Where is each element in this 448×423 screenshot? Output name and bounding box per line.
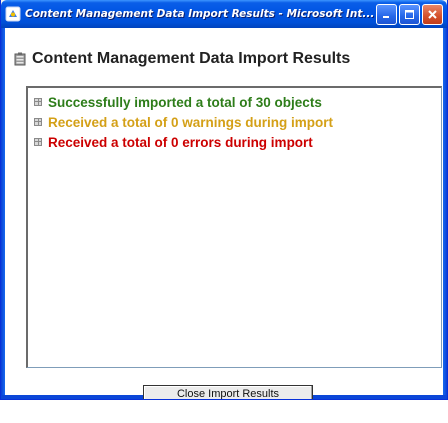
result-item-warning: Received a total of 0 warnings during im… <box>34 112 441 132</box>
page-heading: Content Management Data Import Results <box>14 50 350 68</box>
document-icon <box>14 52 26 66</box>
result-item-error: Received a total of 0 errors during impo… <box>34 132 441 152</box>
window-content: Content Management Data Import Results S… <box>5 28 443 399</box>
bullet-icon <box>34 98 42 106</box>
maximize-button[interactable] <box>399 3 420 25</box>
result-text-success: Successfully imported a total of 30 obje… <box>48 94 322 110</box>
bullet-icon <box>34 138 42 146</box>
close-import-results-button[interactable]: Close Import Results <box>143 385 313 399</box>
results-panel: Successfully imported a total of 30 obje… <box>26 86 442 368</box>
close-window-button[interactable] <box>422 3 443 25</box>
minimize-icon <box>383 15 389 18</box>
import-results-window: Content Management Data Import Results -… <box>0 0 448 400</box>
close-icon <box>428 9 437 19</box>
result-text-error: Received a total of 0 errors during impo… <box>48 134 313 150</box>
internet-explorer-icon <box>5 6 21 22</box>
page-title: Content Management Data Import Results <box>32 50 351 67</box>
result-text-warning: Received a total of 0 warnings during im… <box>48 114 334 130</box>
window-controls <box>376 3 443 25</box>
minimize-button[interactable] <box>376 3 397 25</box>
maximize-icon <box>405 9 414 19</box>
result-item-success: Successfully imported a total of 30 obje… <box>34 92 441 112</box>
window-border-right <box>443 28 447 399</box>
title-bar[interactable]: Content Management Data Import Results -… <box>1 0 447 28</box>
bullet-icon <box>34 118 42 126</box>
window-title: Content Management Data Import Results -… <box>25 8 375 20</box>
result-list: Successfully imported a total of 30 obje… <box>28 88 441 152</box>
